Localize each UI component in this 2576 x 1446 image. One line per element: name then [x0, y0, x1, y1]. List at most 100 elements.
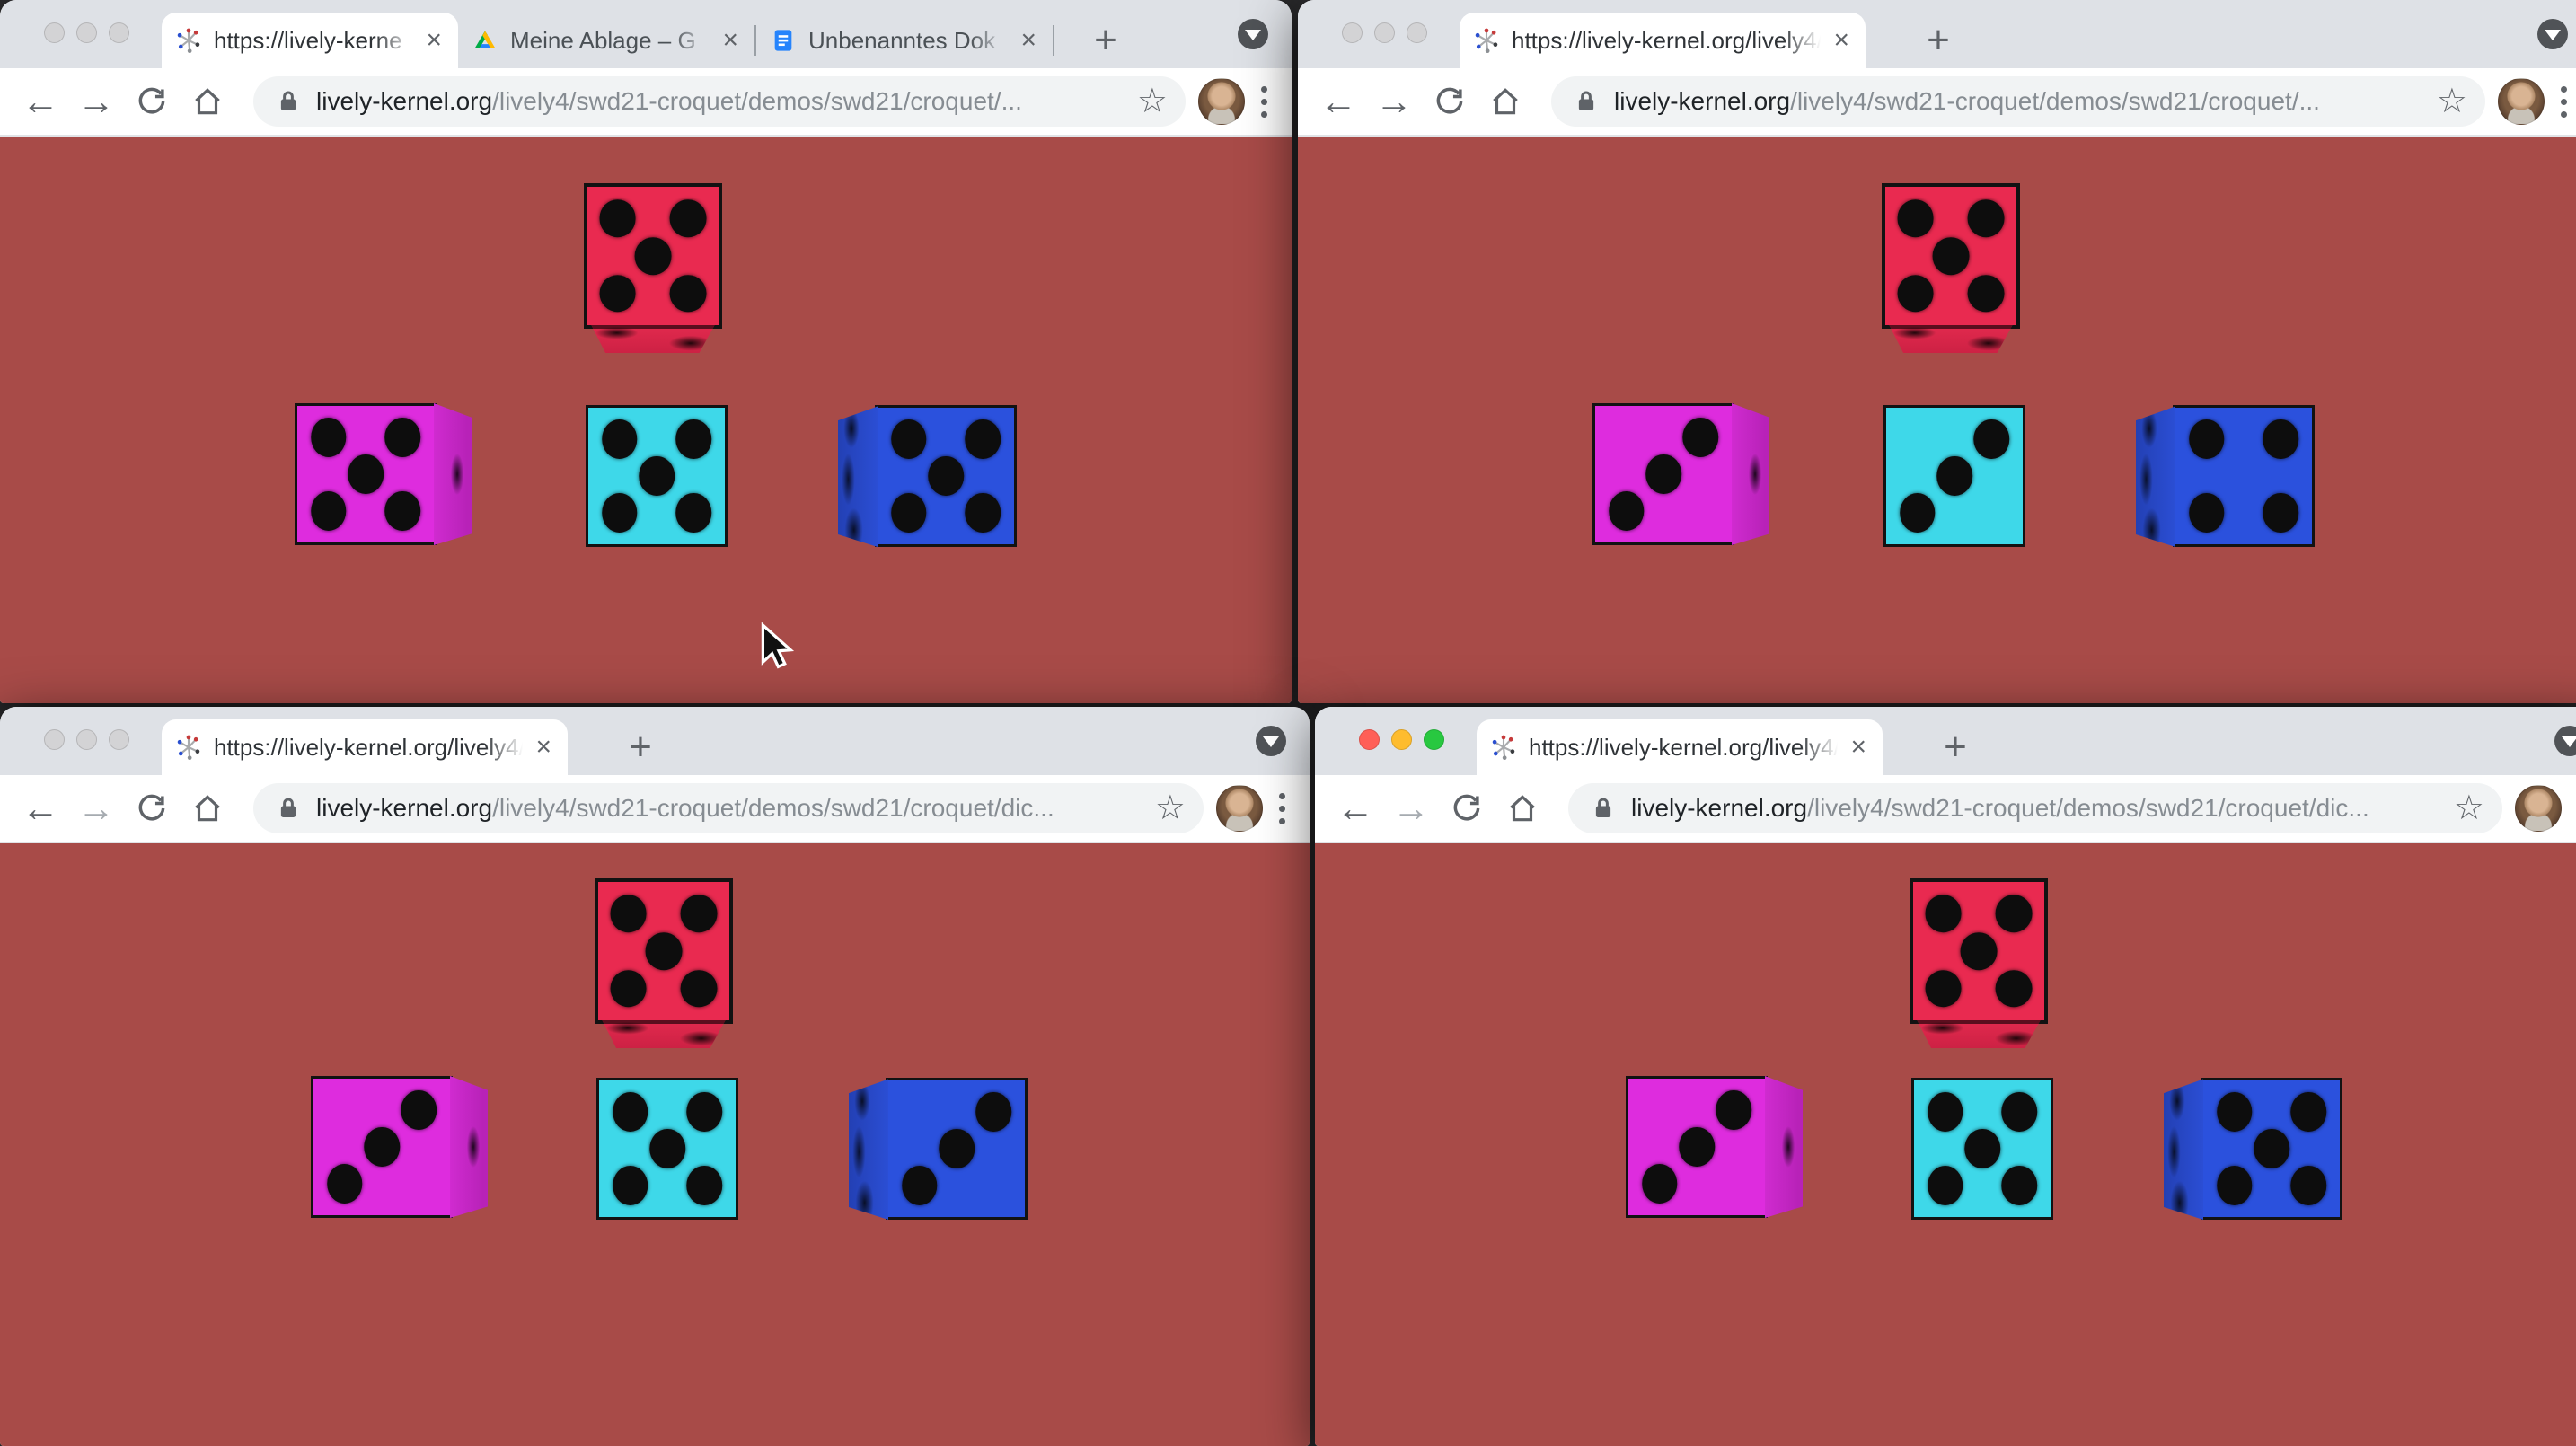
zoom-window-button[interactable] — [1407, 22, 1427, 43]
new-tab-button[interactable]: + — [1933, 725, 1978, 770]
browser-tab[interactable]: Unbenanntes Dok× — [756, 13, 1053, 68]
tab-close-icon[interactable]: × — [535, 734, 551, 761]
die-pip — [1968, 200, 2005, 238]
browser-tab[interactable]: https://lively-kerne× — [162, 13, 458, 68]
address-bar[interactable]: lively-kernel.org/lively4/swd21-croquet/… — [1568, 783, 2502, 833]
die-cyan[interactable] — [1911, 1078, 2053, 1220]
browser-tab[interactable]: https://lively-kernel.org/lively4/ × — [1477, 719, 1883, 775]
close-window-button[interactable] — [1342, 22, 1363, 43]
die-magenta[interactable] — [1592, 403, 1734, 545]
forward-button[interactable]: → — [68, 783, 124, 833]
home-button[interactable] — [180, 76, 235, 127]
die-pip — [2254, 1129, 2289, 1168]
browser-tab[interactable]: https://lively-kernel.org/lively4/× — [162, 719, 568, 775]
die-blue[interactable] — [886, 1078, 1028, 1220]
zoom-window-button[interactable] — [109, 22, 129, 43]
die-pip — [1928, 1092, 1963, 1132]
die-cyan[interactable] — [586, 405, 728, 547]
back-button[interactable]: ← — [13, 783, 68, 833]
die-red[interactable] — [595, 878, 733, 1024]
die-magenta[interactable] — [311, 1076, 453, 1218]
die-cyan[interactable] — [596, 1078, 738, 1220]
address-bar[interactable]: lively-kernel.org/lively4/swd21-croquet/… — [253, 783, 1204, 833]
forward-button[interactable]: → — [68, 76, 124, 127]
url-path: /lively4/swd21-croquet/demos/swd21/croqu… — [1807, 794, 2369, 822]
minimize-window-button[interactable] — [1391, 729, 1412, 750]
die-red[interactable] — [1910, 878, 2048, 1024]
tab-close-icon[interactable]: × — [426, 27, 442, 54]
die-magenta[interactable] — [1626, 1076, 1768, 1218]
tab-close-icon[interactable]: × — [1850, 734, 1866, 761]
die-pip — [975, 1092, 1011, 1132]
browser-tab[interactable]: https://lively-kernel.org/lively4/× — [1460, 13, 1866, 68]
tab-search-chevron-icon[interactable] — [1256, 726, 1286, 756]
bookmark-star-icon[interactable]: ☆ — [2454, 791, 2484, 825]
die-blue[interactable] — [2173, 405, 2315, 547]
die-pip — [2217, 1166, 2253, 1205]
lock-icon — [275, 88, 302, 115]
close-window-button[interactable] — [1359, 729, 1380, 750]
tab-title: https://lively-kernel.org/lively4/ — [1529, 734, 1838, 762]
reload-button[interactable] — [124, 76, 180, 127]
die-cyan[interactable] — [1883, 405, 2025, 547]
die-blue[interactable] — [875, 405, 1017, 547]
die-pip — [1996, 895, 2033, 933]
home-button[interactable] — [1495, 783, 1550, 833]
profile-avatar[interactable] — [2498, 78, 2545, 125]
tab-search-chevron-icon[interactable] — [2554, 726, 2576, 756]
die-magenta[interactable] — [295, 403, 437, 545]
close-window-button[interactable] — [44, 729, 65, 750]
back-button[interactable]: ← — [1328, 783, 1383, 833]
minimize-window-button[interactable] — [76, 729, 97, 750]
tab-close-icon[interactable]: × — [722, 27, 738, 54]
zoom-window-button[interactable] — [1424, 729, 1444, 750]
dice-page — [0, 137, 1292, 703]
back-button[interactable]: ← — [1310, 76, 1366, 127]
die-pip — [2001, 1092, 2037, 1132]
bookmark-star-icon[interactable]: ☆ — [1137, 84, 1168, 119]
tab-search-chevron-icon[interactable] — [2537, 19, 2568, 49]
home-button[interactable] — [180, 783, 235, 833]
bookmark-star-icon[interactable]: ☆ — [2437, 84, 2467, 119]
reload-button[interactable] — [124, 783, 180, 833]
tab-close-icon[interactable]: × — [1020, 27, 1037, 54]
traffic-lights — [1342, 22, 1427, 43]
reload-button[interactable] — [1422, 76, 1478, 127]
die-pip — [675, 419, 711, 459]
close-window-button[interactable] — [44, 22, 65, 43]
minimize-window-button[interactable] — [76, 22, 97, 43]
die-red[interactable] — [1882, 183, 2020, 329]
new-tab-button[interactable]: + — [618, 725, 663, 770]
chrome-menu-icon[interactable] — [1277, 789, 1286, 828]
lively-favicon — [1491, 735, 1516, 760]
die-pip — [646, 932, 683, 970]
url-text: lively-kernel.org/lively4/swd21-croquet/… — [316, 794, 1142, 823]
die-pip — [1716, 1090, 1751, 1130]
bookmark-star-icon[interactable]: ☆ — [1155, 791, 1186, 825]
profile-avatar[interactable] — [2515, 785, 2562, 832]
die-pip — [602, 419, 638, 459]
profile-avatar[interactable] — [1216, 785, 1263, 832]
tab-search-chevron-icon[interactable] — [1238, 19, 1268, 49]
minimize-window-button[interactable] — [1374, 22, 1395, 43]
url-path: /lively4/swd21-croquet/demos/swd21/croqu… — [1790, 87, 2320, 115]
address-bar[interactable]: lively-kernel.org/lively4/swd21-croquet/… — [253, 76, 1186, 127]
traffic-lights — [1359, 729, 1444, 750]
home-button[interactable] — [1478, 76, 1533, 127]
zoom-window-button[interactable] — [109, 729, 129, 750]
back-button[interactable]: ← — [13, 76, 68, 127]
chrome-menu-icon[interactable] — [1259, 82, 1268, 121]
new-tab-button[interactable]: + — [1083, 18, 1128, 63]
new-tab-button[interactable]: + — [1916, 18, 1961, 63]
chrome-menu-icon[interactable] — [2559, 82, 2568, 121]
forward-button[interactable]: → — [1366, 76, 1422, 127]
profile-avatar[interactable] — [1198, 78, 1245, 125]
forward-button[interactable]: → — [1383, 783, 1439, 833]
address-bar[interactable]: lively-kernel.org/lively4/swd21-croquet/… — [1551, 76, 2485, 127]
reload-button[interactable] — [1439, 783, 1495, 833]
die-pip — [1900, 493, 1936, 533]
tab-close-icon[interactable]: × — [1833, 27, 1849, 54]
die-red[interactable] — [584, 183, 722, 329]
die-blue[interactable] — [2201, 1078, 2342, 1220]
browser-tab[interactable]: Meine Ablage – G× — [458, 13, 754, 68]
